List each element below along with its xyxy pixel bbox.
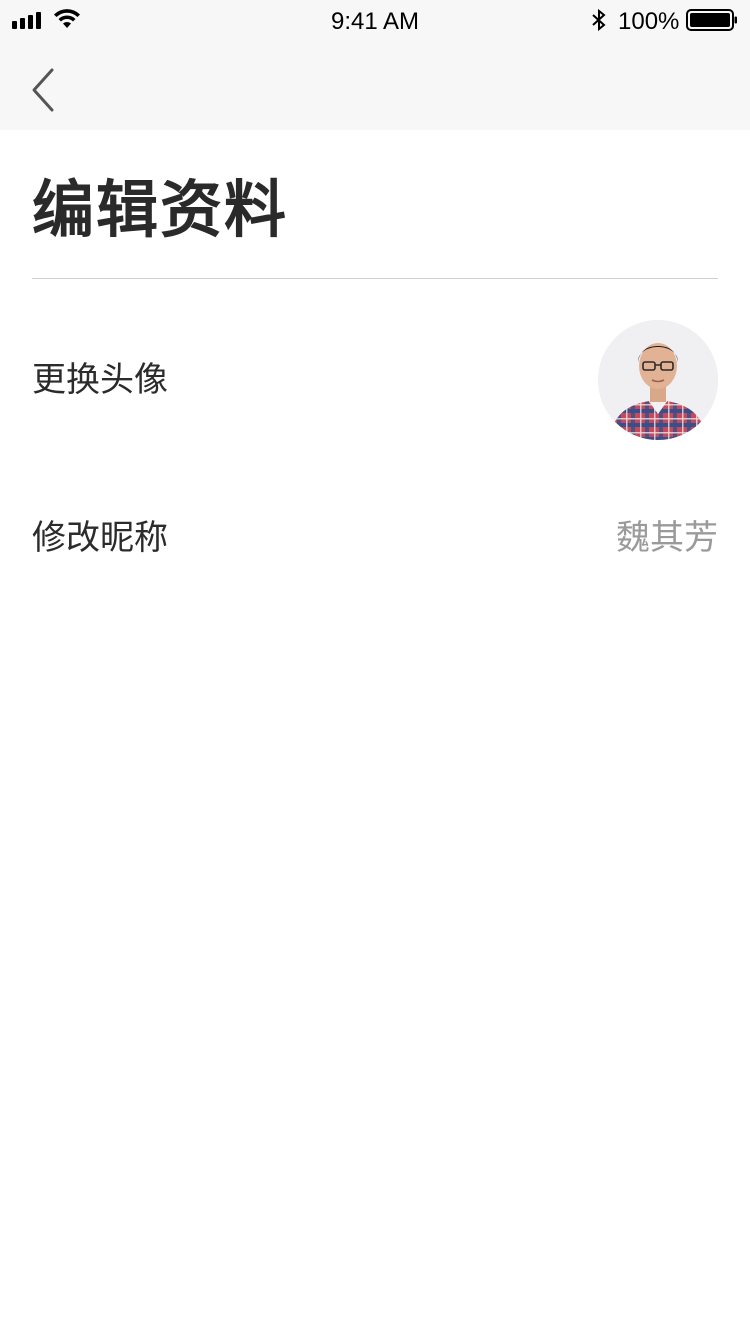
avatar[interactable]	[598, 320, 718, 440]
chevron-left-icon[interactable]	[24, 62, 60, 114]
page-title: 编辑资料	[32, 173, 289, 246]
change-nickname-label: 修改昵称	[32, 518, 168, 558]
navigation-bar	[0, 40, 750, 130]
battery-percent: 100%	[618, 8, 680, 35]
top-bar: 9:41 AM 100%	[0, 0, 750, 130]
battery-icon	[686, 9, 737, 31]
status-bar: 9:41 AM 100%	[0, 0, 750, 40]
change-nickname-row[interactable]: 修改昵称 魏其芳	[32, 500, 718, 576]
avatar-photo	[598, 320, 718, 440]
title-divider	[32, 278, 718, 279]
nickname-value: 魏其芳	[616, 518, 718, 558]
change-avatar-label: 更换头像	[32, 360, 168, 400]
change-avatar-row[interactable]: 更换头像	[32, 318, 718, 442]
bluetooth-icon	[592, 8, 606, 32]
edit-profile-screen: 9:41 AM 100% 编辑资料 更换头像 修改昵称 魏其芳	[0, 0, 750, 1334]
